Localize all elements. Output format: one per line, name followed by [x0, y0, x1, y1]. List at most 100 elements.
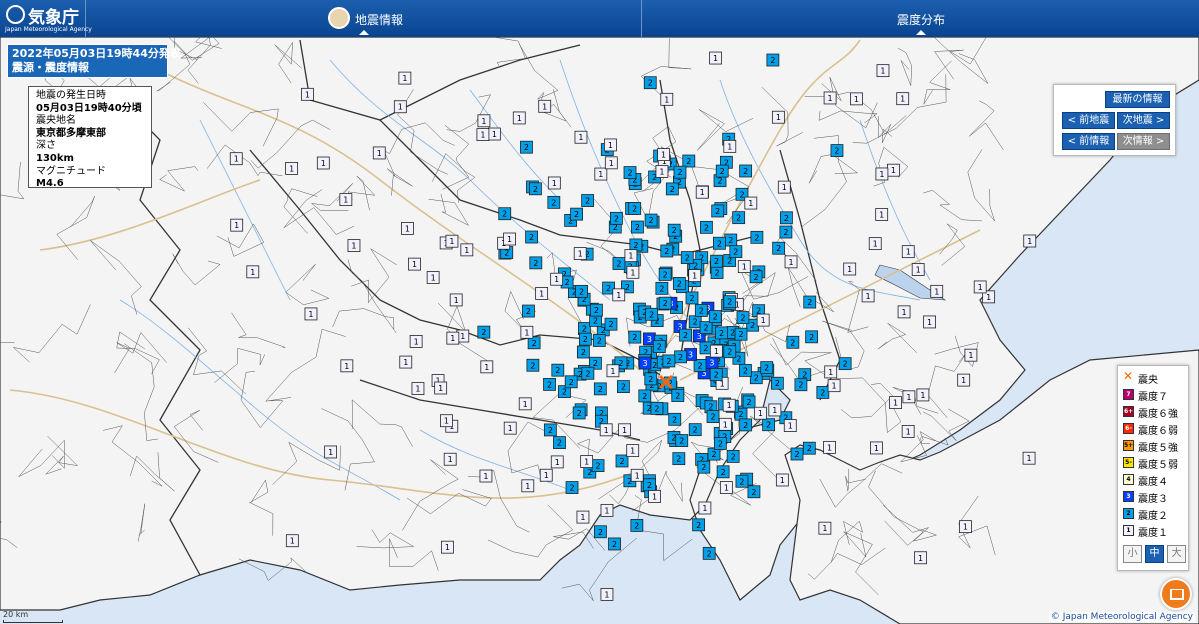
- station-marker-label: 2: [672, 415, 677, 424]
- station-marker-label: 2: [547, 380, 552, 389]
- station-marker-label: 2: [583, 335, 588, 344]
- station-marker-label: 2: [529, 233, 534, 242]
- legend-swatch: 6+: [1123, 406, 1134, 417]
- station-marker-label: 2: [648, 79, 653, 88]
- station-marker-label: 2: [663, 299, 668, 308]
- station-marker-label: 1: [289, 164, 294, 173]
- station-marker-label: 2: [551, 198, 556, 207]
- legend-label: 震度１: [1138, 528, 1168, 539]
- prev-quake-button[interactable]: < 前地震: [1062, 112, 1115, 129]
- station-marker-label: 2: [696, 521, 701, 530]
- station-marker-label: 1: [305, 90, 310, 99]
- station-marker-label: 1: [758, 409, 763, 418]
- station-marker-label: 2: [612, 540, 617, 549]
- issue-datetime: 2022年05月03日19時44分発表: [12, 47, 181, 60]
- station-marker-label: 2: [754, 374, 759, 383]
- station-marker-label: 1: [321, 159, 326, 168]
- station-marker-label: 2: [743, 366, 748, 375]
- station-marker-label: 1: [414, 337, 419, 346]
- place-value: 東京都多摩東部: [36, 127, 106, 139]
- station-marker-label: 1: [460, 332, 465, 341]
- station-marker-label: 2: [632, 204, 637, 213]
- station-marker-label: 1: [555, 458, 560, 467]
- station-marker-label: 2: [764, 364, 769, 373]
- station-marker-label: 1: [963, 523, 968, 532]
- next-quake-button[interactable]: 次地震 >: [1117, 112, 1170, 129]
- tab-intensity[interactable]: 震度分布: [643, 0, 1199, 37]
- station-marker-label: 1: [598, 170, 603, 179]
- station-marker-label: 2: [481, 328, 486, 337]
- station-marker-label: 1: [891, 166, 896, 175]
- station-marker-label: 1: [328, 448, 333, 457]
- station-marker-label: 2: [597, 336, 602, 345]
- station-marker-label: 1: [438, 384, 443, 393]
- station-marker-label: 2: [699, 306, 704, 315]
- station-marker-label: 2: [666, 357, 671, 366]
- station-marker-label: 2: [713, 313, 718, 322]
- jma-logo-icon: [6, 5, 25, 24]
- station-marker-label: 1: [780, 476, 785, 485]
- intensity-map[interactable]: 2322232222222222222232222232222222222222…: [0, 37, 1199, 624]
- book-icon: [1170, 589, 1184, 600]
- station-marker-label: 2: [790, 338, 795, 347]
- legend-swatch: 5-: [1123, 457, 1134, 468]
- station-marker-label: 1: [978, 283, 983, 292]
- logo-text: 気象庁: [28, 8, 79, 28]
- legend-label: 震度２: [1138, 511, 1168, 522]
- station-marker-label: 2: [720, 167, 725, 176]
- size-small-button[interactable]: 小: [1123, 545, 1142, 563]
- station-marker-label: 2: [697, 361, 702, 370]
- station-marker-label: 1: [920, 391, 925, 400]
- station-marker-label: 1: [968, 351, 973, 360]
- station-marker-label: 2: [678, 353, 683, 362]
- station-marker-label: 1: [900, 95, 905, 104]
- station-marker-label: 1: [464, 246, 469, 255]
- time-value: 05月03日19時40分頃: [36, 102, 142, 114]
- station-marker-label: 2: [728, 236, 733, 245]
- station-marker-label: 3: [688, 350, 693, 359]
- station-marker-label: 2: [625, 283, 630, 292]
- depth-value: 130km: [36, 152, 74, 164]
- station-marker-label: 1: [539, 289, 544, 298]
- station-marker-label: 2: [704, 223, 709, 232]
- station-marker-label: 1: [448, 455, 453, 464]
- station-marker-label: 2: [633, 241, 638, 250]
- station-marker-label: 2: [582, 325, 587, 334]
- station-marker-label: 1: [610, 367, 615, 376]
- legend-swatch: 4: [1123, 474, 1134, 485]
- station-marker-label: 2: [585, 369, 590, 378]
- station-marker-label: 2: [663, 270, 668, 279]
- legend-label: 震度６弱: [1138, 426, 1178, 437]
- tab-quake-info[interactable]: 地震情報: [86, 0, 642, 37]
- station-marker-label: 2: [715, 207, 720, 216]
- station-marker-label: 1: [445, 543, 450, 552]
- station-marker-label: 2: [751, 488, 756, 497]
- station-marker-label: 1: [622, 426, 627, 435]
- station-marker-label: 2: [747, 398, 752, 407]
- prev-info-button[interactable]: < 前情報: [1062, 133, 1115, 150]
- station-marker-label: 1: [748, 199, 753, 208]
- station-marker-label: 1: [351, 242, 356, 251]
- next-info-button[interactable]: 次情報 >: [1117, 133, 1170, 150]
- jma-logo[interactable]: 気象庁 Japan Meteorological Agency: [0, 0, 92, 37]
- station-marker-label: 1: [415, 385, 420, 394]
- header-bar: 気象庁 Japan Meteorological Agency 地震情報 震度分…: [0, 0, 1199, 37]
- station-marker-label: 1: [234, 221, 239, 230]
- station-marker-label: 2: [565, 278, 570, 287]
- station-marker-label: 2: [557, 439, 562, 448]
- station-marker-label: 2: [593, 316, 598, 325]
- station-marker-label: 1: [1027, 454, 1032, 463]
- station-marker-label: 1: [403, 358, 408, 367]
- size-large-button[interactable]: 大: [1167, 545, 1186, 563]
- station-marker-label: 2: [714, 370, 719, 379]
- size-medium-button[interactable]: 中: [1145, 545, 1164, 563]
- magnitude-value: M4.6: [36, 178, 64, 190]
- manual-book-button[interactable]: [1160, 578, 1192, 610]
- station-marker-label: 1: [234, 155, 239, 164]
- station-marker-label: 1: [772, 406, 777, 415]
- legend-label: 震度７: [1138, 392, 1168, 403]
- latest-info-button[interactable]: 最新の情報: [1105, 91, 1170, 108]
- station-marker-label: 2: [659, 284, 664, 293]
- station-marker-label: 1: [727, 142, 732, 151]
- station-marker-label: 1: [652, 492, 657, 501]
